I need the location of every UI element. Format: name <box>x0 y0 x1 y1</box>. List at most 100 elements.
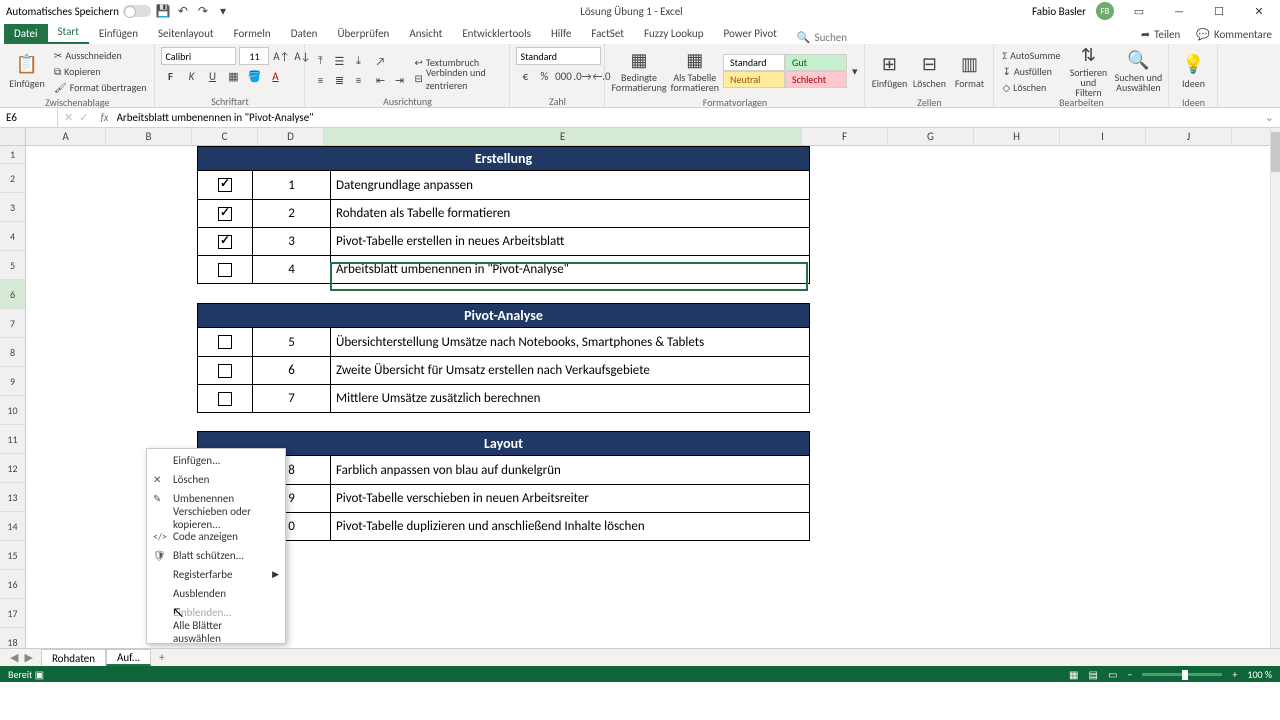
column-header[interactable]: I <box>1060 128 1146 145</box>
row-header[interactable]: 12 <box>0 454 26 483</box>
indent-increase-icon[interactable]: ⇥ <box>390 71 408 89</box>
context-menu-item[interactable]: Ausblenden <box>147 584 285 603</box>
style-schlecht[interactable]: Schlecht <box>785 71 847 88</box>
orientation-icon[interactable]: ↗ <box>371 52 389 70</box>
style-standard[interactable]: Standard <box>723 54 785 71</box>
row-header[interactable]: 8 <box>0 338 26 367</box>
context-menu-item[interactable]: ✕Löschen <box>147 470 285 489</box>
row-header[interactable]: 3 <box>0 193 26 222</box>
clear-button[interactable]: ◇Löschen <box>1000 80 1062 95</box>
comma-icon[interactable]: 000 <box>554 67 572 85</box>
zoom-level[interactable]: 100 % <box>1247 668 1272 681</box>
cut-button[interactable]: ✂Ausschneiden <box>52 48 148 63</box>
insert-cells-button[interactable]: ⊞Einfügen <box>871 47 907 95</box>
paste-button[interactable]: 📋Einfügen <box>6 47 48 95</box>
grid[interactable]: ABCDEFGHIJ 12345678910111213141516171819… <box>0 128 1280 648</box>
copy-button[interactable]: ⧉Kopieren <box>52 64 148 79</box>
column-header[interactable]: A <box>26 128 106 145</box>
checkbox-icon[interactable] <box>218 235 232 249</box>
autosum-button[interactable]: ΣAutoSumme <box>1000 48 1062 63</box>
find-select-button[interactable]: 🔍Suchen und Auswählen <box>1114 47 1162 95</box>
style-neutral[interactable]: Neutral <box>723 71 785 88</box>
zoom-slider[interactable] <box>1142 673 1222 676</box>
row-header[interactable]: 13 <box>0 483 26 512</box>
save-icon[interactable]: 💾 <box>155 3 171 19</box>
align-center-icon[interactable]: ≣ <box>330 71 348 89</box>
context-menu-item[interactable]: Verschieben oder kopieren... <box>147 508 285 527</box>
bold-icon[interactable]: F <box>161 67 179 85</box>
font-size-select[interactable] <box>239 47 269 65</box>
row-header[interactable]: 10 <box>0 396 26 425</box>
checkbox-icon[interactable] <box>218 207 232 221</box>
share-button[interactable]: ➦Teilen <box>1133 25 1188 44</box>
tab-formeln[interactable]: Formeln <box>224 24 281 44</box>
enter-formula-icon[interactable]: ✓ <box>79 111 88 124</box>
checkbox-cell[interactable] <box>198 171 253 199</box>
tab-file[interactable]: Datei <box>4 24 48 44</box>
italic-icon[interactable]: K <box>182 67 200 85</box>
tab-hilfe[interactable]: Hilfe <box>541 24 581 44</box>
tab-ansicht[interactable]: Ansicht <box>399 24 452 44</box>
row-header[interactable]: 4 <box>0 222 26 251</box>
qat-more-icon[interactable]: ▾ <box>215 3 231 19</box>
sheet-nav-next-icon[interactable]: ▶ <box>24 651 32 664</box>
currency-icon[interactable]: € <box>516 67 534 85</box>
zoom-out-icon[interactable]: − <box>1127 668 1132 681</box>
add-sheet-button[interactable]: + <box>151 651 172 664</box>
align-middle-icon[interactable]: ☰ <box>330 52 348 70</box>
row-header[interactable]: 18 <box>0 628 26 648</box>
row-header[interactable]: 7 <box>0 309 26 338</box>
tab-seitenlayout[interactable]: Seitenlayout <box>148 24 224 44</box>
font-name-select[interactable] <box>161 47 236 65</box>
row-header[interactable]: 1 <box>0 146 26 164</box>
checkbox-icon[interactable] <box>218 178 232 192</box>
autosave-toggle[interactable] <box>123 5 151 17</box>
view-page-layout-icon[interactable]: ▤ <box>1089 668 1098 681</box>
align-bottom-icon[interactable]: ⤓ <box>349 52 367 70</box>
row-header[interactable]: 2 <box>0 164 26 193</box>
border-icon[interactable]: ▦ <box>224 67 242 85</box>
column-header[interactable]: C <box>192 128 258 145</box>
checkbox-cell[interactable] <box>198 384 253 412</box>
checkbox-icon[interactable] <box>218 263 232 277</box>
format-cells-button[interactable]: ▥Format <box>951 47 987 95</box>
checkbox-icon[interactable] <box>218 335 232 349</box>
percent-icon[interactable]: % <box>535 67 553 85</box>
row-header[interactable]: 6 <box>0 280 26 309</box>
column-header[interactable]: B <box>106 128 192 145</box>
select-all-corner[interactable] <box>0 128 26 145</box>
column-header[interactable]: J <box>1146 128 1232 145</box>
merge-button[interactable]: ⊟Verbinden und zentrieren <box>412 71 503 86</box>
sheet-context-menu[interactable]: Einfügen...✕Löschen✎UmbenennenVerschiebe… <box>146 448 286 644</box>
formula-input[interactable] <box>115 109 1253 126</box>
macro-record-icon[interactable]: ▣ <box>35 668 44 681</box>
context-menu-item[interactable]: Einfügen... <box>147 451 285 470</box>
tab-factset[interactable]: FactSet <box>581 24 634 44</box>
comments-button[interactable]: 💬Kommentare <box>1188 25 1280 44</box>
sheet-tab-aufgaben[interactable]: Auf... <box>106 649 151 666</box>
underline-icon[interactable]: U <box>203 67 221 85</box>
row-header[interactable]: 11 <box>0 425 26 454</box>
vertical-scrollbar[interactable] <box>1270 128 1280 648</box>
zoom-in-icon[interactable]: + <box>1232 668 1237 681</box>
tab-daten[interactable]: Daten <box>281 24 328 44</box>
number-format-select[interactable] <box>516 47 601 65</box>
ribbon-display-icon[interactable]: ▭ <box>1124 2 1154 20</box>
row-header[interactable]: 14 <box>0 512 26 541</box>
row-header[interactable]: 17 <box>0 599 26 628</box>
checkbox-cell[interactable] <box>198 199 253 227</box>
expand-formula-icon[interactable]: ⌄ <box>1259 111 1280 124</box>
user-avatar[interactable]: FB <box>1096 2 1114 20</box>
fx-icon[interactable]: fx <box>100 111 108 124</box>
checkbox-cell[interactable] <box>198 227 253 255</box>
delete-cells-button[interactable]: ⊟Löschen <box>911 47 947 95</box>
format-as-table-button[interactable]: ▦Als Tabelle formatieren <box>671 47 719 95</box>
style-gut[interactable]: Gut <box>785 54 847 71</box>
conditional-formatting-button[interactable]: ▦Bedingte Formatierung <box>611 47 666 95</box>
tab-start[interactable]: Start <box>48 22 89 44</box>
undo-icon[interactable]: ↶ <box>175 3 191 19</box>
redo-icon[interactable]: ↷ <box>195 3 211 19</box>
tab-entwicklertools[interactable]: Entwicklertools <box>452 24 541 44</box>
checkbox-icon[interactable] <box>218 392 232 406</box>
row-header[interactable]: 15 <box>0 541 26 570</box>
